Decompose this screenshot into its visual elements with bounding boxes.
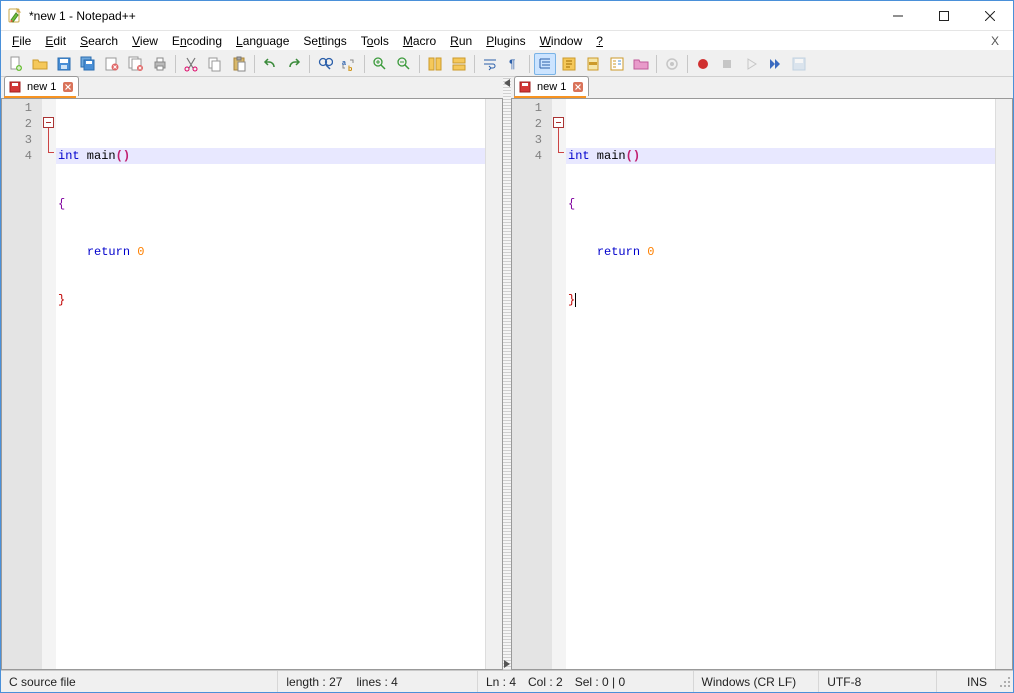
tabstrip-left: new 1 [1, 77, 503, 99]
unsaved-icon [519, 81, 531, 93]
cut-icon[interactable] [180, 53, 202, 75]
copy-icon[interactable] [204, 53, 226, 75]
menu-encoding[interactable]: Encoding [165, 33, 229, 49]
svg-text:b: b [348, 66, 352, 72]
resize-grip-icon[interactable] [995, 674, 1013, 690]
function-list-icon[interactable] [606, 53, 628, 75]
scrollbar-left[interactable] [485, 99, 502, 669]
fold-column[interactable] [552, 99, 566, 669]
editor-right[interactable]: 1 2 3 4 int main() { return 0 } [511, 99, 1013, 670]
menu-settings[interactable]: Settings [296, 33, 353, 49]
fold-toggle-icon[interactable] [43, 117, 54, 128]
record-macro-icon[interactable] [692, 53, 714, 75]
tab-close-icon[interactable] [572, 81, 584, 93]
menu-macro[interactable]: Macro [396, 33, 443, 49]
user-lang-icon[interactable] [558, 53, 580, 75]
menu-language[interactable]: Language [229, 33, 296, 49]
menu-plugins[interactable]: Plugins [479, 33, 532, 49]
minimize-button[interactable] [875, 1, 921, 31]
app-icon [7, 8, 23, 24]
save-macro-icon[interactable] [788, 53, 810, 75]
editor-left[interactable]: 1 2 3 4 int main() { return 0 } [1, 99, 503, 670]
menu-window[interactable]: Window [533, 33, 590, 49]
new-file-icon[interactable] [5, 53, 27, 75]
tab-new1-right[interactable]: new 1 [514, 76, 589, 96]
close-file-icon[interactable] [101, 53, 123, 75]
unsaved-icon [9, 81, 21, 93]
menu-view[interactable]: View [125, 33, 165, 49]
paste-icon[interactable] [228, 53, 250, 75]
line-number-gutter: 1 2 3 4 [2, 99, 42, 669]
scrollbar-right[interactable] [995, 99, 1012, 669]
print-icon[interactable] [149, 53, 171, 75]
fold-toggle-icon[interactable] [553, 117, 564, 128]
menu-help[interactable]: ? [589, 33, 610, 49]
folder-workspace-icon[interactable] [630, 53, 652, 75]
status-metrics: length : 27 lines : 4 [278, 671, 478, 692]
status-eol: Windows (CR LF) [694, 671, 820, 692]
menu-tools[interactable]: Tools [354, 33, 396, 49]
pane-right: new 1 1 2 3 4 int main() { [511, 77, 1013, 670]
maximize-button[interactable] [921, 1, 967, 31]
open-file-icon[interactable] [29, 53, 51, 75]
line-number-gutter: 1 2 3 4 [512, 99, 552, 669]
status-position: Ln : 4 Col : 2 Sel : 0 | 0 [478, 671, 694, 692]
stop-macro-icon[interactable] [716, 53, 738, 75]
status-encoding: UTF-8 [819, 671, 937, 692]
tab-label: new 1 [25, 81, 58, 93]
main-split: new 1 1 2 3 4 int main() { [1, 77, 1013, 670]
redo-icon[interactable] [283, 53, 305, 75]
monitor-icon[interactable] [661, 53, 683, 75]
find-icon[interactable] [314, 53, 336, 75]
play-multi-icon[interactable] [764, 53, 786, 75]
text-caret [575, 293, 576, 307]
menu-run[interactable]: Run [443, 33, 479, 49]
menu-edit[interactable]: Edit [38, 33, 73, 49]
tab-close-icon[interactable] [62, 81, 74, 93]
code-area-right[interactable]: int main() { return 0 } [566, 99, 995, 669]
save-all-icon[interactable] [77, 53, 99, 75]
indent-guide-icon[interactable] [534, 53, 556, 75]
close-button[interactable] [967, 1, 1013, 31]
close-all-icon[interactable] [125, 53, 147, 75]
play-macro-icon[interactable] [740, 53, 762, 75]
sync-vertical-icon[interactable] [424, 53, 446, 75]
undo-icon[interactable] [259, 53, 281, 75]
tabstrip-right: new 1 [511, 77, 1013, 99]
save-icon[interactable] [53, 53, 75, 75]
window-title: *new 1 - Notepad++ [29, 9, 136, 23]
pane-left: new 1 1 2 3 4 int main() { [1, 77, 503, 670]
word-wrap-icon[interactable] [479, 53, 501, 75]
menubar-close-doc-icon[interactable]: X [981, 34, 1009, 48]
menu-search[interactable]: Search [73, 33, 125, 49]
menu-file[interactable]: File [5, 33, 38, 49]
fold-column[interactable] [42, 99, 56, 669]
status-insert-mode[interactable]: INS [937, 671, 995, 692]
status-filetype: C source file [1, 671, 278, 692]
zoom-out-icon[interactable] [393, 53, 415, 75]
tab-label: new 1 [535, 81, 568, 93]
toolbar: ab ¶ [1, 51, 1013, 77]
tab-new1-left[interactable]: new 1 [4, 76, 79, 96]
svg-text:¶: ¶ [509, 57, 515, 71]
statusbar: C source file length : 27 lines : 4 Ln :… [1, 670, 1013, 692]
code-area-left[interactable]: int main() { return 0 } [56, 99, 485, 669]
replace-icon[interactable]: ab [338, 53, 360, 75]
show-all-chars-icon[interactable]: ¶ [503, 53, 525, 75]
menubar: File Edit Search View Encoding Language … [1, 31, 1013, 51]
splitter[interactable] [503, 77, 511, 670]
titlebar: *new 1 - Notepad++ [1, 1, 1013, 31]
sync-horizontal-icon[interactable] [448, 53, 470, 75]
doc-map-icon[interactable] [582, 53, 604, 75]
zoom-in-icon[interactable] [369, 53, 391, 75]
